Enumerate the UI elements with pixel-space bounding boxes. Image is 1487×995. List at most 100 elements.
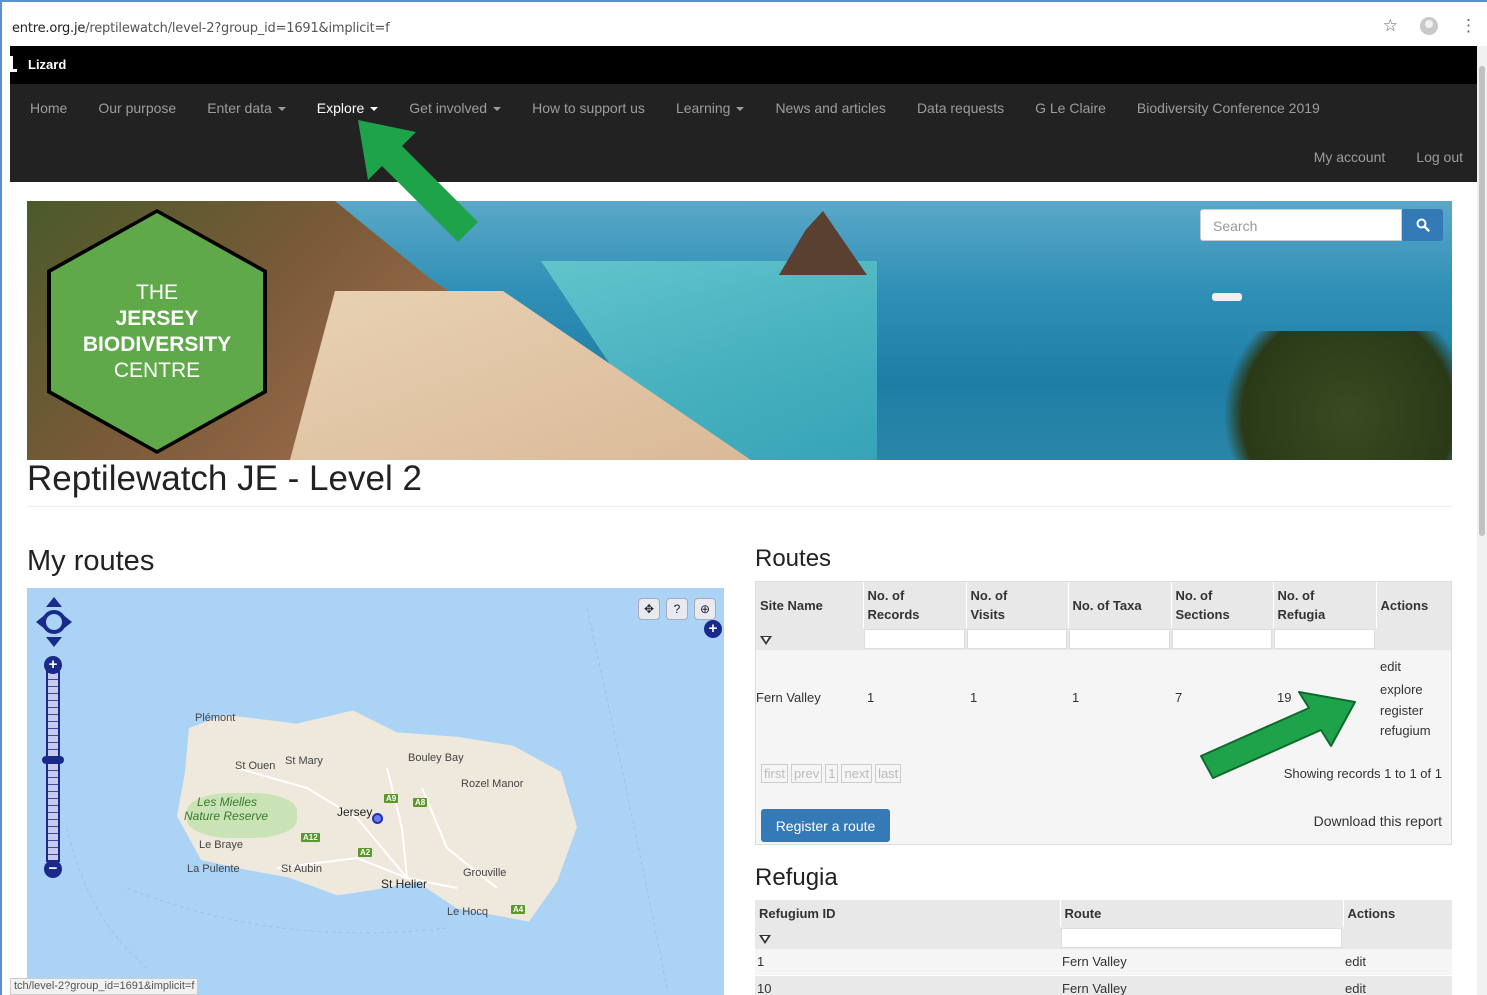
browser-address-bar[interactable]: entre.org.je/reptilewatch/level-2?group_… xyxy=(0,0,1487,46)
pan-tool-icon[interactable]: ✥ xyxy=(638,598,660,620)
nav-item-g-le-claire[interactable]: G Le Claire xyxy=(1035,100,1106,116)
nav-item-how-to-support-us[interactable]: How to support us xyxy=(532,100,645,116)
nav-user-menu: My account Log out xyxy=(1314,149,1463,165)
column-header-text: No. of Taxa xyxy=(1072,597,1142,613)
register-route-button[interactable]: Register a route xyxy=(761,809,890,842)
refugia-table: Refugium ID Route Actions 1 Fern Valley … xyxy=(755,900,1452,995)
brand-name[interactable]: Lizard xyxy=(28,57,66,72)
map-label-bouley-bay: Bouley Bay xyxy=(408,752,464,764)
col-no-of-sections[interactable]: No. of Sections xyxy=(1170,582,1273,628)
route-location-marker[interactable] xyxy=(372,813,383,824)
column-header-text: Actions xyxy=(1380,597,1429,613)
road-badge-a4: A4 xyxy=(511,905,526,914)
table-row: Fern Valley 1 1 1 7 19 edit explore regi… xyxy=(756,650,1451,745)
zoom-slider-handle[interactable] xyxy=(42,756,64,764)
map-label-jersey: Jersey xyxy=(337,805,373,819)
explore-route-link[interactable]: explore xyxy=(1380,678,1447,701)
zoom-out-icon[interactable]: − xyxy=(44,860,62,878)
pager-next[interactable]: next xyxy=(841,764,873,783)
refugia-heading: Refugia xyxy=(755,864,838,891)
map-label-st-mary: St Mary xyxy=(285,755,323,767)
column-header-text: Sections xyxy=(1175,607,1230,622)
refugium-route-cell: Fern Valley xyxy=(1060,949,1343,976)
routes-filter-row xyxy=(756,628,1451,650)
nav-item-my-account[interactable]: My account xyxy=(1314,149,1386,165)
routes-panel: Site Name No. of Records No. of Visits No. of… xyxy=(755,581,1452,845)
filter-route-input[interactable] xyxy=(1061,928,1342,948)
profile-avatar-icon[interactable] xyxy=(1420,17,1438,35)
col-site-name[interactable]: Site Name xyxy=(756,582,863,628)
scrollbar-thumb[interactable] xyxy=(1479,66,1485,536)
filter-funnel-icon[interactable] xyxy=(760,636,772,645)
pan-control-icon[interactable] xyxy=(35,596,73,648)
map-label-st-aubin: St Aubin xyxy=(281,863,322,875)
refugium-edit-link[interactable]: edit xyxy=(1343,949,1452,976)
edit-route-link[interactable]: edit xyxy=(1380,655,1447,678)
col-refugium-id[interactable]: Refugium ID xyxy=(755,900,1060,927)
query-tool-icon[interactable]: ? xyxy=(666,598,688,620)
col-no-of-visits[interactable]: No. of Visits xyxy=(965,582,1068,628)
nav-item-our-purpose[interactable]: Our purpose xyxy=(98,100,176,116)
col-no-of-refugia[interactable]: No. of Refugia xyxy=(1272,582,1376,628)
search-button[interactable] xyxy=(1402,209,1443,241)
nav-item-label: Biodiversity Conference 2019 xyxy=(1136,100,1320,116)
routes-table: Site Name No. of Records No. of Visits No. of… xyxy=(756,582,1451,745)
routes-map[interactable]: Plémont St Ouen St Mary Bouley Bay Rozel… xyxy=(27,588,724,995)
bookmark-star-icon[interactable]: ☆ xyxy=(1383,16,1398,36)
col-no-of-records[interactable]: No. of Records xyxy=(862,582,966,628)
pager-prev[interactable]: prev xyxy=(790,764,823,783)
pager-last[interactable]: last xyxy=(875,764,902,783)
filter-refugia-input[interactable] xyxy=(1274,629,1375,649)
vertical-scrollbar[interactable] xyxy=(1477,46,1487,995)
search-icon xyxy=(1416,218,1430,232)
refugium-edit-link[interactable]: edit xyxy=(1343,975,1452,995)
kebab-menu-icon[interactable]: ⋮ xyxy=(1460,16,1477,36)
nav-item-news-and-articles[interactable]: News and articles xyxy=(775,100,886,116)
download-report-link[interactable]: Download this report xyxy=(1314,813,1442,829)
filter-taxa-input[interactable] xyxy=(1069,629,1170,649)
move-tool-icon[interactable]: ⊕ xyxy=(694,598,716,620)
url-text[interactable]: entre.org.je/reptilewatch/level-2?group_… xyxy=(12,21,390,36)
filter-visits-input[interactable] xyxy=(967,629,1067,649)
nav-item-get-involved[interactable]: Get involved xyxy=(409,100,502,116)
nav-item-data-requests[interactable]: Data requests xyxy=(917,100,1004,116)
nav-item-explore[interactable]: Explore xyxy=(317,100,379,116)
visits-cell: 1 xyxy=(970,690,978,705)
col-no-of-taxa[interactable]: No. of Taxa xyxy=(1067,582,1171,628)
nav-item-home[interactable]: Home xyxy=(30,100,67,116)
nav-item-label: Data requests xyxy=(916,100,1005,116)
nav-item-enter-data[interactable]: Enter data xyxy=(207,100,286,116)
zoom-in-icon[interactable]: + xyxy=(44,656,62,674)
nav-item-label: Learning xyxy=(675,100,731,116)
zoom-rail[interactable] xyxy=(46,670,60,862)
filter-records-input[interactable] xyxy=(864,629,965,649)
site-name-cell: Fern Valley xyxy=(756,690,821,705)
layer-switcher-icon[interactable]: + xyxy=(704,620,722,638)
sections-cell: 7 xyxy=(1175,690,1183,705)
nav-item-label: Get involved xyxy=(409,100,488,116)
caret-down-icon xyxy=(493,107,502,112)
col-route[interactable]: Route xyxy=(1059,900,1343,927)
nav-item-biodiversity-conference-2019[interactable]: Biodiversity Conference 2019 xyxy=(1137,100,1320,116)
nav-item-label: How to support us xyxy=(532,100,645,116)
pagination: first prev 1 next last xyxy=(761,764,902,783)
refugium-id-cell: 1 xyxy=(755,949,1060,976)
register-refugium-link[interactable]: register refugium xyxy=(1380,701,1447,741)
search-input[interactable]: Search xyxy=(1200,209,1402,241)
road-badge-a8: A8 xyxy=(413,798,428,807)
column-header-text: Refugia xyxy=(1277,607,1326,622)
nav-item-learning[interactable]: Learning xyxy=(676,100,745,116)
lizard-logo-icon xyxy=(10,56,17,72)
pager-1[interactable]: 1 xyxy=(825,764,839,783)
map-label-les-mielles: Les Mielles xyxy=(197,795,258,809)
zoom-bar[interactable]: + − xyxy=(42,656,64,878)
nav-item-log-out[interactable]: Log out xyxy=(1416,149,1463,165)
refugia-cell: 19 xyxy=(1277,690,1292,705)
pager-first[interactable]: first xyxy=(761,764,788,783)
nav-item-label: G Le Claire xyxy=(1035,100,1106,116)
nav-item-label: News and articles xyxy=(775,100,886,116)
filter-sections-input[interactable] xyxy=(1172,629,1272,649)
filter-funnel-icon[interactable] xyxy=(759,935,771,944)
window-left-edge xyxy=(0,46,10,995)
taxa-cell: 1 xyxy=(1072,690,1080,705)
